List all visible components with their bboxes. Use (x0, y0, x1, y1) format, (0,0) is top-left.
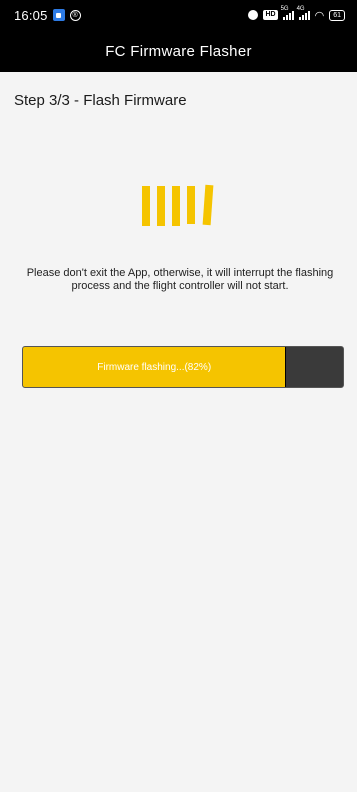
notification-circle-icon: ® (69, 9, 81, 21)
wifi-icon: ◠ (314, 9, 325, 22)
hd-icon: HD (263, 10, 278, 20)
flash-progress-bar: Firmware flashing...(82%) (22, 346, 344, 388)
app-title: FC Firmware Flasher (105, 42, 252, 60)
alarm-icon (248, 10, 259, 20)
warning-message: Please don't exit the App, otherwise, it… (26, 267, 334, 292)
status-bar: 16:05 ® HD 5G 4G ◠ 61 (0, 0, 357, 30)
step-title: Step 3/3 - Flash Firmware (14, 92, 187, 109)
loading-spinner-icon (142, 184, 226, 228)
status-time: 16:05 (14, 7, 48, 23)
signal-5g-icon: 5G (281, 6, 294, 20)
signal-4g-icon: 4G (297, 6, 310, 20)
top-bar: 16:05 ® HD 5G 4G ◠ 61 FC Firmware Flashe… (0, 0, 357, 72)
battery-icon: 61 (329, 9, 345, 21)
battery-level: 61 (333, 11, 341, 19)
app-notification-icon (52, 9, 65, 21)
progress-label: Firmware flashing...(82%) (97, 361, 212, 373)
